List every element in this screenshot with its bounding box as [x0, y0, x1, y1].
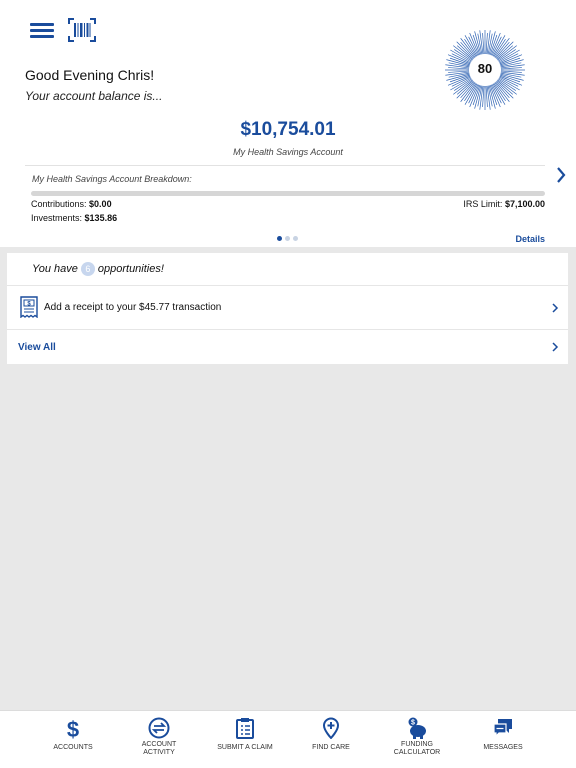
add-receipt-item[interactable]: $ Add a receipt to your $45.77 transacti…	[7, 286, 568, 330]
svg-text:$: $	[67, 717, 79, 739]
balance-intro-text: Your account balance is...	[25, 89, 163, 103]
bottom-tab-bar: $ Accounts Account Activity Submit a Cla…	[0, 710, 576, 768]
hamburger-icon	[30, 23, 54, 26]
investments-value: $135.86	[84, 213, 118, 223]
opportunities-count-badge: 6	[80, 262, 95, 276]
transfer-arrows-icon	[148, 717, 170, 739]
opportunities-prefix: You have	[32, 263, 78, 275]
page-dot[interactable]	[293, 236, 298, 241]
tab-label: Accounts	[53, 744, 93, 751]
page-dot[interactable]	[277, 236, 282, 241]
chevron-right-icon	[552, 342, 559, 352]
dollar-icon: $	[67, 717, 79, 739]
tab-messages[interactable]: Messages	[465, 711, 541, 768]
account-name: My Health Savings Account	[233, 147, 343, 157]
tab-label-line2: Activity	[143, 749, 175, 756]
tab-funding-calculator[interactable]: $ Funding Calculator	[379, 711, 455, 768]
tab-label: Account	[141, 741, 177, 748]
piggy-bank-icon: $	[408, 717, 426, 739]
tab-label: Submit a Claim	[217, 744, 273, 751]
wellness-score-value: 80	[477, 61, 493, 76]
contributions-label: Contributions:	[31, 199, 87, 209]
barcode-scan-icon	[68, 18, 96, 42]
breakdown-title: My Health Savings Account Breakdown:	[32, 174, 192, 184]
tab-label-line2: Calculator	[393, 749, 441, 756]
receipt-icon: $	[20, 296, 38, 318]
contributions-row: Contributions: $0.00	[31, 199, 112, 209]
divider	[25, 165, 545, 166]
page-dot[interactable]	[285, 236, 290, 241]
account-summary-panel: Good Evening Chris! Your account balance…	[0, 0, 576, 247]
location-plus-icon	[322, 717, 340, 739]
tab-label: Funding	[401, 741, 433, 748]
chat-bubbles-icon	[493, 719, 512, 738]
opportunities-card: You have 6 opportunities! $ Add a receip…	[7, 253, 568, 364]
hamburger-menu-button[interactable]	[30, 22, 56, 40]
opportunities-suffix: opportunities!	[97, 263, 164, 275]
svg-text:$: $	[411, 720, 415, 727]
tab-label: Messages	[483, 744, 523, 751]
opportunities-header: You have 6 opportunities!	[7, 253, 568, 286]
contributions-value: $0.00	[89, 199, 112, 209]
tab-label: Find Care	[312, 744, 350, 751]
irs-limit-value: $7,100.00	[504, 199, 545, 209]
tab-account-activity[interactable]: Account Activity	[121, 711, 197, 768]
irs-limit-label: IRS Limit:	[463, 199, 503, 209]
chevron-right-icon	[552, 303, 559, 313]
account-balance: $10,754.01	[240, 119, 336, 140]
chevron-right-icon	[557, 167, 566, 183]
irs-limit-row: IRS Limit: $7,100.00	[463, 199, 545, 209]
view-all-row[interactable]: View All	[7, 330, 568, 364]
details-link[interactable]: Details	[515, 234, 545, 244]
barcode-scan-button[interactable]	[67, 17, 97, 43]
view-all-link[interactable]: View All	[18, 342, 56, 353]
tab-submit-claim[interactable]: Submit a Claim	[207, 711, 283, 768]
tab-accounts[interactable]: $ Accounts	[35, 711, 111, 768]
investments-label: Investments:	[31, 213, 83, 223]
add-receipt-text: Add a receipt to your $45.77 transaction	[44, 302, 222, 313]
page-indicator[interactable]	[277, 236, 301, 241]
contribution-progress-bar	[31, 191, 545, 196]
clipboard-icon	[236, 718, 254, 739]
greeting-text: Good Evening Chris!	[25, 67, 155, 83]
next-account-button[interactable]	[553, 165, 569, 185]
tab-find-care[interactable]: Find Care	[293, 711, 369, 768]
investments-row: Investments: $135.86	[31, 213, 117, 223]
